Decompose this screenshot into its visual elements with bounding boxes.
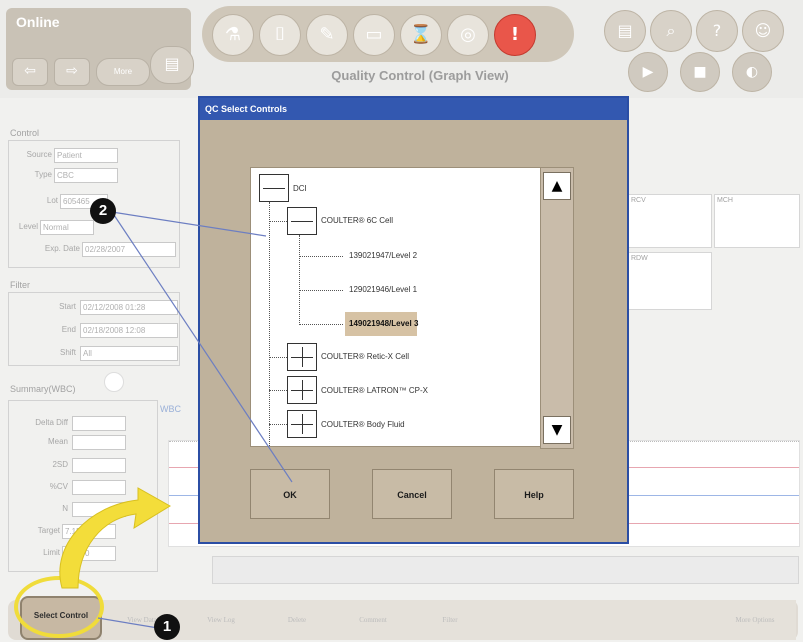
callout-lines <box>97 211 293 629</box>
callout-1: 1 <box>154 614 180 640</box>
callout-2: 2 <box>90 198 116 224</box>
qc-graph-view-screen: Online ⇦ ⇨ More ▤ ⚗ ⌷ ✎ ▭ ⌛ ◎ ! ▤ ⌕ ? ☺ … <box>0 0 803 642</box>
